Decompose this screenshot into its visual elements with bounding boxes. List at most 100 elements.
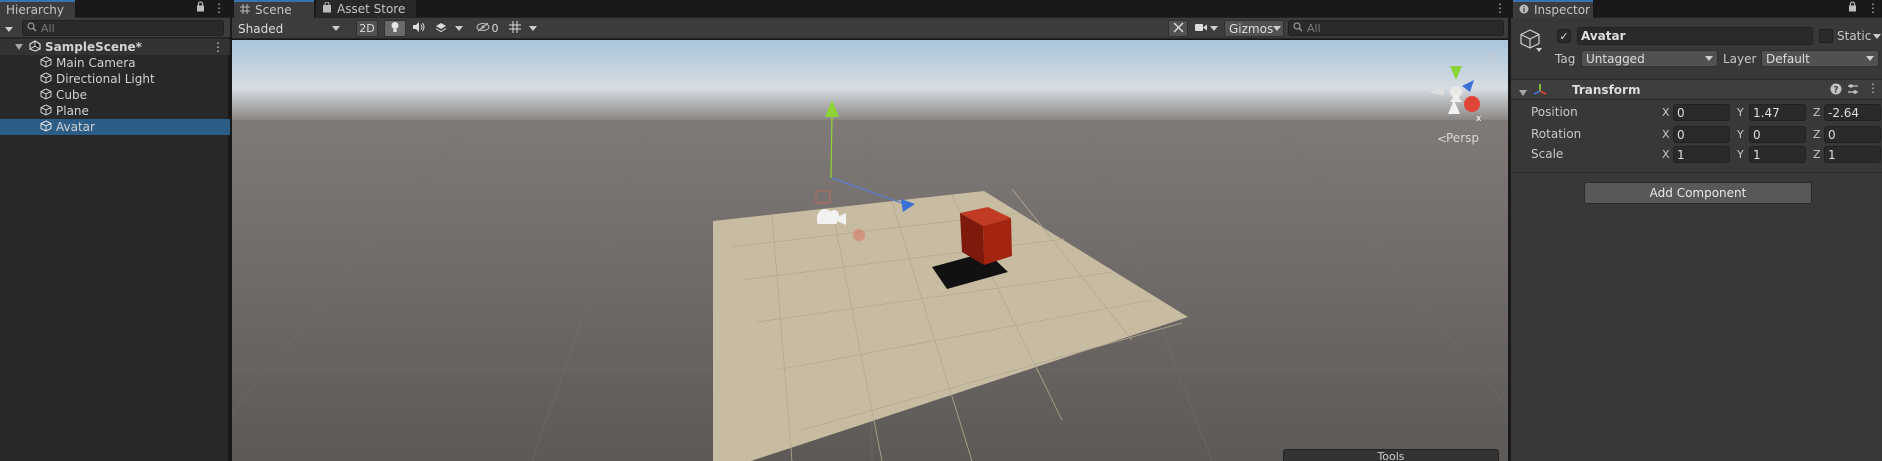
hierarchy-search[interactable] — [22, 20, 224, 36]
scale-y-value: 1 — [1753, 147, 1761, 162]
scene-search-input[interactable] — [1307, 21, 1503, 35]
gameobject-cube-icon — [40, 55, 52, 71]
rotation-x-value: 0 — [1677, 127, 1685, 142]
scale-z-field[interactable]: 1 — [1824, 146, 1881, 163]
caret-down-icon — [1705, 56, 1713, 61]
transform-icon — [1533, 83, 1547, 100]
gameobject-cube-icon — [40, 119, 52, 135]
caret-down-icon — [1273, 26, 1282, 31]
tab-asset-store[interactable]: Asset Store — [316, 0, 416, 18]
caret-down-icon — [529, 26, 537, 31]
axis-y-label[interactable]: Y — [1737, 106, 1744, 119]
tools-overlay[interactable]: Tools — [1283, 449, 1499, 461]
create-dropdown[interactable] — [3, 21, 15, 36]
layer-value: Default — [1766, 51, 1810, 66]
foldout-arrow-icon[interactable] — [1519, 86, 1527, 100]
scene-name: SampleScene* — [45, 40, 142, 54]
info-icon — [1519, 3, 1529, 17]
active-checkbox[interactable]: ✓ — [1557, 29, 1571, 43]
axis-y-label[interactable]: Y — [1737, 128, 1744, 141]
rotation-x-field[interactable]: 0 — [1673, 126, 1730, 143]
inspector-tabbar: Inspector ⋮ — [1511, 0, 1882, 18]
tab-scene[interactable]: Scene — [234, 0, 314, 18]
scene-toolbar: Shaded 2D 0 Gizmos All — [232, 18, 1508, 39]
camera-settings-dropdown[interactable] — [1192, 20, 1220, 37]
add-component-button[interactable]: Add Component — [1584, 182, 1812, 204]
help-icon[interactable]: ? — [1830, 83, 1842, 98]
gameobject-cube-icon — [40, 87, 52, 103]
svg-text:?: ? — [1833, 86, 1838, 96]
position-z-value: -2.64 — [1828, 105, 1860, 120]
position-z-field[interactable]: -2.64 — [1824, 104, 1881, 121]
component-kebab-icon[interactable]: ⋮ — [1867, 81, 1879, 95]
caret-down-icon — [332, 26, 340, 31]
gameobject-cube-icon — [40, 103, 52, 119]
toggle-2d-button[interactable]: 2D — [356, 20, 378, 37]
scene-render[interactable]: x < — [232, 40, 1508, 461]
kebab-menu-icon[interactable]: ⋮ — [213, 1, 225, 15]
hierarchy-item-plane[interactable]: Plane — [0, 103, 230, 119]
tools-toggle[interactable] — [1168, 20, 1188, 37]
layer-dropdown[interactable]: Default — [1761, 50, 1879, 67]
hierarchy-item-label: Cube — [56, 88, 87, 102]
hierarchy-item-label: Directional Light — [56, 72, 155, 86]
hierarchy-panel: Hierarchy ⋮ All SampleScene* ⋮ Main Came… — [0, 0, 230, 461]
shading-mode-dropdown[interactable]: Shaded — [234, 20, 344, 37]
object-name-value: Avatar — [1581, 29, 1626, 43]
axis-x-label[interactable]: X — [1662, 106, 1670, 119]
axis-x-label[interactable]: X — [1662, 128, 1670, 141]
scale-x-value: 1 — [1677, 147, 1685, 162]
rotation-z-value: 0 — [1828, 127, 1836, 142]
preset-icon[interactable] — [1847, 83, 1859, 98]
tab-inspector[interactable]: Inspector — [1513, 0, 1593, 18]
axis-x-label[interactable]: X — [1662, 148, 1670, 161]
static-caret-icon[interactable] — [1873, 34, 1881, 39]
grid-snapping-dropdown[interactable] — [506, 20, 540, 37]
hierarchy-item-label: Avatar — [56, 120, 95, 134]
position-y-field[interactable]: 1.47 — [1749, 104, 1806, 121]
hierarchy-item-main-camera[interactable]: Main Camera — [0, 55, 230, 71]
lighting-toggle[interactable] — [384, 20, 406, 37]
audio-toggle[interactable] — [408, 20, 430, 37]
search-icon — [1293, 21, 1303, 35]
inspector-panel: Inspector ⋮ ✓ Avatar Static Tag Untagged… — [1510, 0, 1882, 461]
effects-dropdown[interactable] — [432, 20, 466, 37]
hierarchy-search-input[interactable] — [41, 21, 223, 35]
scene-row[interactable]: SampleScene* ⋮ — [0, 39, 230, 55]
static-checkbox[interactable] — [1819, 29, 1833, 43]
rotation-y-field[interactable]: 0 — [1749, 126, 1806, 143]
gizmos-dropdown[interactable]: Gizmos — [1224, 20, 1284, 37]
position-x-field[interactable]: 0 — [1673, 104, 1730, 121]
persp-label[interactable]: Persp — [1446, 131, 1479, 145]
scene-search[interactable] — [1288, 20, 1504, 36]
light-gizmo[interactable] — [853, 229, 865, 241]
scale-y-field[interactable]: 1 — [1749, 146, 1806, 163]
axis-z-label[interactable]: Z — [1813, 106, 1821, 119]
lock-icon[interactable] — [1848, 1, 1857, 15]
axis-z-label[interactable]: Z — [1813, 148, 1821, 161]
kebab-menu-icon[interactable]: ⋮ — [1867, 1, 1879, 15]
icon-dropdown-caret[interactable] — [1536, 48, 1542, 52]
grid-toggle-icon — [509, 21, 521, 36]
scene-kebab-icon[interactable]: ⋮ — [1494, 1, 1506, 15]
scale-x-field[interactable]: 1 — [1673, 146, 1730, 163]
hierarchy-item-directional-light[interactable]: Directional Light — [0, 71, 230, 87]
scene-tabbar: Scene Asset Store ⋮ — [232, 0, 1508, 18]
hierarchy-item-cube[interactable]: Cube — [0, 87, 230, 103]
tag-dropdown[interactable]: Untagged — [1581, 50, 1718, 67]
hierarchy-item-avatar[interactable]: Avatar — [0, 119, 230, 135]
tab-hierarchy[interactable]: Hierarchy — [0, 0, 75, 18]
scene-viewport[interactable]: x < Persp Tools — [232, 40, 1508, 461]
expand-arrow-icon[interactable] — [15, 40, 23, 54]
axis-y-label[interactable]: Y — [1737, 148, 1744, 161]
hidden-count: 0 — [491, 22, 499, 35]
rotation-z-field[interactable]: 0 — [1824, 126, 1881, 143]
gizmos-label: Gizmos — [1229, 21, 1274, 36]
scale-label: Scale — [1531, 147, 1564, 161]
object-name-field[interactable]: Avatar — [1577, 27, 1813, 45]
scene-kebab-icon[interactable]: ⋮ — [212, 40, 224, 54]
transform-component-header[interactable]: Transform ? ⋮ — [1511, 79, 1882, 100]
lock-icon[interactable] — [196, 1, 205, 15]
hidden-objects-toggle[interactable]: 0 — [472, 20, 502, 37]
axis-z-label[interactable]: Z — [1813, 128, 1821, 141]
